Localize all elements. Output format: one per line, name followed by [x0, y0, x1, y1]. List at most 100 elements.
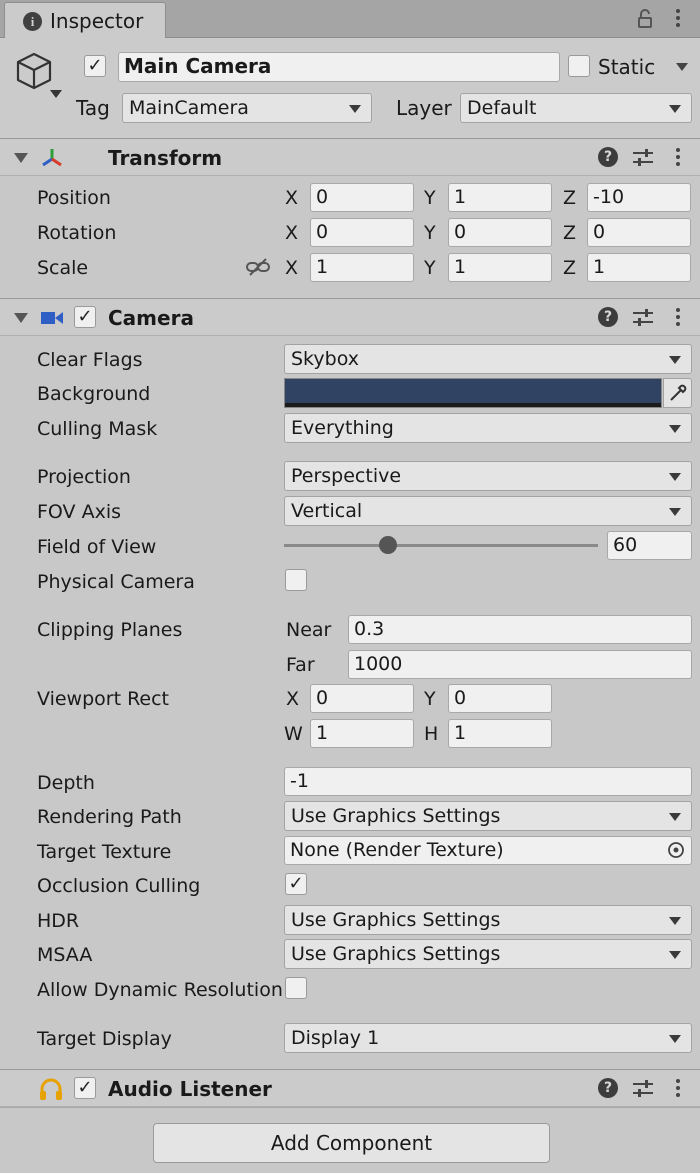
allow-dynamic-resolution-label: Allow Dynamic Resolution	[37, 979, 283, 1001]
target-display-dropdown[interactable]: Display 1	[284, 1023, 692, 1053]
near-label[interactable]: Near	[286, 619, 331, 641]
rotation-label: Rotation	[37, 222, 117, 244]
help-icon[interactable]: ?	[598, 147, 618, 167]
target-texture-field[interactable]: None (Render Texture)	[284, 836, 692, 865]
audio-listener-header[interactable]: ✓ Audio Listener ?	[0, 1069, 700, 1107]
add-component-button[interactable]: Add Component	[153, 1123, 550, 1163]
msaa-dropdown[interactable]: Use Graphics Settings	[284, 939, 692, 969]
camera-header[interactable]: ✓ Camera ?	[0, 298, 700, 336]
fov-axis-value: Vertical	[291, 500, 363, 522]
camera-icon	[40, 309, 64, 327]
occlusion-culling-label: Occlusion Culling	[37, 875, 201, 897]
axis-y-label[interactable]: Y	[424, 257, 436, 279]
position-y-field[interactable]: 1	[448, 183, 552, 212]
fov-slider-track[interactable]	[284, 544, 598, 547]
projection-value: Perspective	[291, 465, 402, 487]
fov-axis-label: FOV Axis	[37, 501, 122, 523]
presets-icon[interactable]	[633, 308, 653, 328]
static-checkbox[interactable]	[568, 55, 590, 77]
culling-mask-value: Everything	[291, 417, 394, 439]
eyedropper-icon[interactable]	[663, 378, 692, 408]
lock-icon[interactable]	[637, 9, 653, 29]
position-z-field[interactable]: -10	[587, 183, 691, 212]
projection-dropdown[interactable]: Perspective	[284, 461, 692, 491]
component-menu-icon[interactable]	[676, 1079, 680, 1100]
field-of-view-label: Field of View	[37, 536, 157, 558]
layer-value: Default	[467, 97, 537, 119]
chevron-down-icon	[669, 813, 681, 821]
tab-inspector[interactable]: i Inspector	[4, 2, 166, 39]
foldout-arrow-icon[interactable]	[14, 313, 28, 323]
chevron-down-icon	[669, 917, 681, 925]
axis-z-label[interactable]: Z	[563, 187, 576, 209]
clear-flags-dropdown[interactable]: Skybox	[284, 344, 692, 374]
culling-mask-dropdown[interactable]: Everything	[284, 413, 692, 443]
camera-enabled-checkbox[interactable]: ✓	[74, 306, 96, 328]
clipping-planes-label: Clipping Planes	[37, 619, 183, 641]
viewport-h-field[interactable]: 1	[448, 719, 552, 748]
name-field[interactable]: Main Camera	[118, 52, 560, 82]
allow-dynamic-resolution-checkbox[interactable]	[285, 977, 307, 999]
scale-y-field[interactable]: 1	[448, 253, 552, 282]
clear-flags-label: Clear Flags	[37, 349, 143, 371]
rotation-z-field[interactable]: 0	[587, 218, 691, 247]
gameobject-icon-dropdown-arrow[interactable]	[50, 90, 62, 98]
rotation-y-field[interactable]: 0	[448, 218, 552, 247]
hdr-dropdown[interactable]: Use Graphics Settings	[284, 905, 692, 935]
viewport-h-label[interactable]: H	[424, 723, 438, 745]
transform-header[interactable]: Transform ?	[0, 138, 700, 176]
viewport-x-field[interactable]: 0	[310, 684, 414, 713]
layer-dropdown[interactable]: Default	[460, 93, 692, 123]
background-color-field[interactable]	[284, 378, 662, 408]
tag-value: MainCamera	[129, 97, 249, 119]
culling-mask-label: Culling Mask	[37, 418, 158, 440]
constrain-proportions-icon[interactable]	[246, 257, 270, 277]
viewport-w-label[interactable]: W	[284, 723, 303, 745]
axis-z-label[interactable]: Z	[563, 222, 576, 244]
help-icon[interactable]: ?	[598, 1078, 618, 1098]
fov-axis-dropdown[interactable]: Vertical	[284, 496, 692, 526]
active-checkbox[interactable]: ✓	[84, 55, 106, 77]
far-field[interactable]: 1000	[348, 650, 692, 679]
far-label[interactable]: Far	[286, 654, 315, 676]
scale-x-field[interactable]: 1	[310, 253, 414, 282]
physical-camera-checkbox[interactable]	[285, 569, 307, 591]
audio-listener-enabled-checkbox[interactable]: ✓	[74, 1077, 96, 1099]
rendering-path-dropdown[interactable]: Use Graphics Settings	[284, 801, 692, 831]
presets-icon[interactable]	[633, 1079, 653, 1099]
axis-z-label[interactable]: Z	[563, 257, 576, 279]
axis-y-label[interactable]: Y	[424, 187, 436, 209]
tab-menu-icon[interactable]	[676, 9, 680, 30]
viewport-y-field[interactable]: 0	[448, 684, 552, 713]
tab-label: Inspector	[50, 9, 144, 33]
fov-slider-thumb[interactable]	[378, 536, 397, 554]
scale-label: Scale	[37, 257, 89, 279]
audio-listener-title: Audio Listener	[108, 1077, 272, 1101]
foldout-arrow-icon[interactable]	[14, 153, 28, 163]
chevron-down-icon	[669, 105, 681, 113]
static-dropdown-arrow[interactable]	[676, 63, 688, 71]
viewport-x-label[interactable]: X	[286, 688, 299, 710]
axis-x-label[interactable]: X	[285, 187, 298, 209]
scale-z-field[interactable]: 1	[587, 253, 691, 282]
axis-x-label[interactable]: X	[285, 257, 298, 279]
occlusion-culling-checkbox[interactable]: ✓	[285, 873, 307, 895]
near-field[interactable]: 0.3	[348, 615, 692, 644]
depth-field[interactable]: -1	[284, 767, 692, 796]
help-icon[interactable]: ?	[598, 307, 618, 327]
axis-x-label[interactable]: X	[285, 222, 298, 244]
position-x-field[interactable]: 0	[310, 183, 414, 212]
position-label: Position	[37, 187, 111, 209]
target-display-label: Target Display	[37, 1028, 172, 1050]
component-menu-icon[interactable]	[676, 308, 680, 329]
presets-icon[interactable]	[633, 148, 653, 168]
fov-value-field[interactable]: 60	[607, 531, 692, 560]
tag-dropdown[interactable]: MainCamera	[122, 93, 372, 123]
component-menu-icon[interactable]	[676, 148, 680, 169]
object-picker-icon[interactable]	[661, 837, 691, 864]
viewport-y-label[interactable]: Y	[424, 688, 436, 710]
axis-y-label[interactable]: Y	[424, 222, 436, 244]
viewport-w-field[interactable]: 1	[310, 719, 414, 748]
msaa-value: Use Graphics Settings	[291, 943, 501, 965]
rotation-x-field[interactable]: 0	[310, 218, 414, 247]
